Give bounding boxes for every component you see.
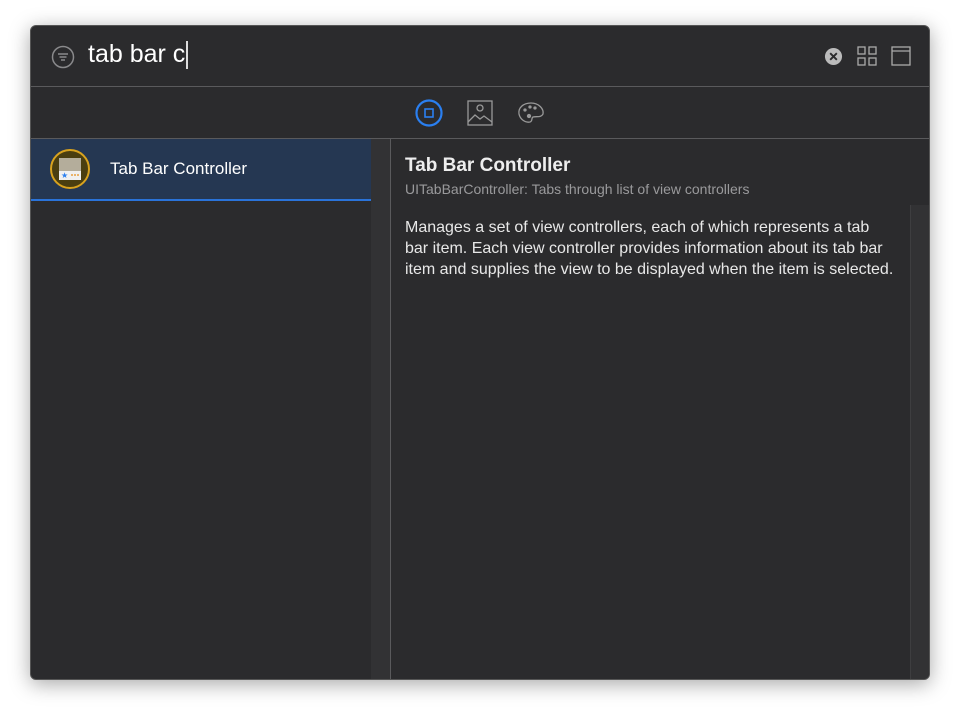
- list-item[interactable]: ★ Tab Bar Controller: [31, 139, 371, 201]
- grid-view-icon[interactable]: [857, 46, 877, 66]
- list-view-icon[interactable]: [891, 46, 911, 66]
- tab-bar-controller-icon: ★: [50, 149, 90, 189]
- detail-description: Manages a set of view controllers, each …: [405, 217, 895, 280]
- search-bar: tab bar c: [31, 26, 929, 87]
- detail-subtitle: UITabBarController: Tabs through list of…: [405, 181, 749, 197]
- colors-palette-icon[interactable]: [517, 101, 545, 125]
- library-tabs: [31, 88, 929, 139]
- svg-text:★: ★: [61, 171, 68, 180]
- filter-icon[interactable]: [51, 45, 75, 69]
- results-list: ★ Tab Bar Controller: [31, 139, 371, 679]
- media-icon[interactable]: [467, 100, 493, 126]
- detail-pane: Tab Bar Controller UITabBarController: T…: [392, 139, 929, 679]
- library-window: tab bar c ★ Tab Bar Controller Tab Bar C…: [30, 25, 930, 680]
- detail-scrollbar[interactable]: [910, 205, 929, 679]
- objects-icon[interactable]: [415, 99, 443, 127]
- list-item-label: Tab Bar Controller: [110, 159, 247, 179]
- text-caret: [186, 41, 188, 69]
- search-query-text: tab bar c: [88, 40, 185, 69]
- detail-title: Tab Bar Controller: [405, 155, 570, 177]
- search-input[interactable]: tab bar c: [88, 40, 188, 69]
- clear-icon[interactable]: [824, 47, 843, 66]
- list-scrollbar[interactable]: [371, 139, 391, 679]
